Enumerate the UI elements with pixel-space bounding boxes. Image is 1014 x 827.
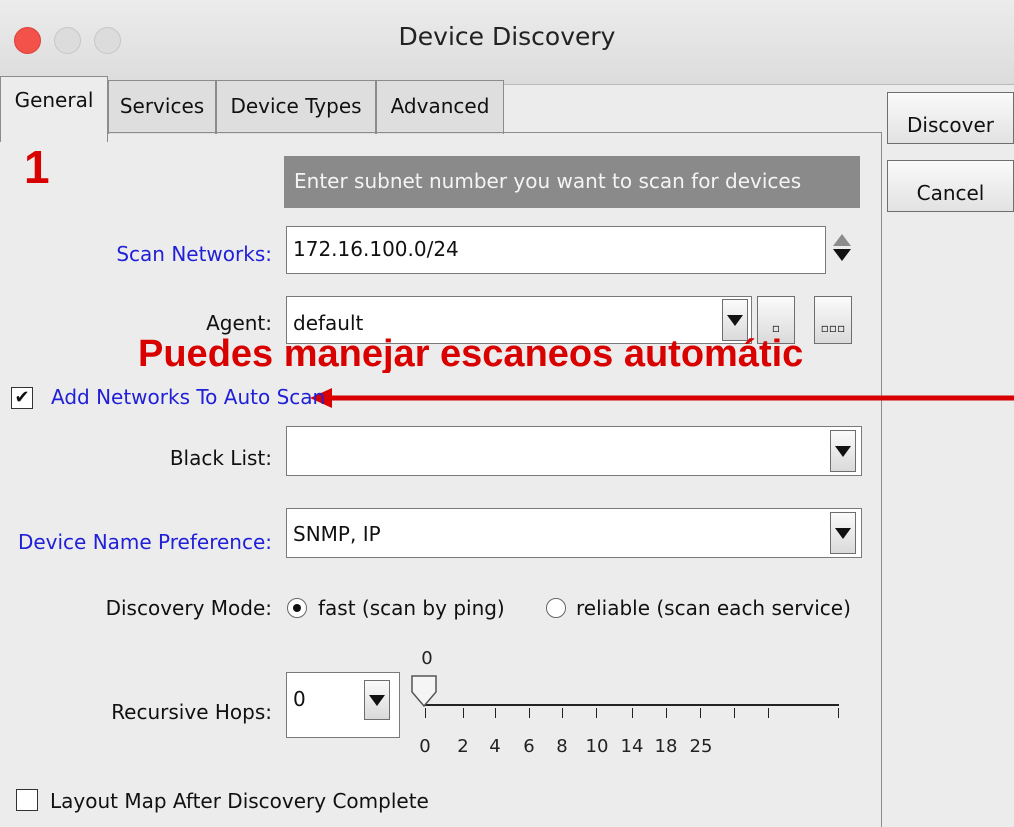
discover-button[interactable]: Discover	[887, 92, 1014, 144]
layout-map-label: Layout Map After Discovery Complete	[50, 789, 429, 813]
slider-tick	[562, 708, 563, 718]
discovery-mode-reliable-label: reliable (scan each service)	[576, 596, 851, 620]
slider-track[interactable]	[425, 704, 839, 706]
cancel-button[interactable]: Cancel	[887, 160, 1014, 212]
add-networks-label: Add Networks To Auto Scan	[51, 385, 326, 409]
black-list-label: Black List:	[169, 446, 272, 470]
device-name-preference-label: Device Name Preference:	[17, 530, 272, 554]
slider-tick	[838, 708, 839, 718]
scan-networks-input[interactable]: 172.16.100.0/24	[286, 226, 826, 274]
slider-tick-label: 25	[689, 736, 713, 757]
slider-tick	[495, 708, 496, 718]
step-number-annotation: 1	[24, 141, 50, 193]
slider-tick	[700, 708, 701, 718]
window-title: Device Discovery	[398, 22, 616, 51]
annotation-arrow-icon	[310, 388, 1014, 408]
slider-tick	[596, 708, 597, 718]
scan-networks-spinner[interactable]	[832, 232, 852, 268]
tab-services[interactable]: Services	[108, 80, 216, 134]
slider-tick-label: 8	[556, 736, 568, 757]
recursive-hops-dropdown-arrow-icon[interactable]	[364, 680, 390, 720]
slider-tick	[768, 708, 769, 718]
annotation-text: Puedes manejar escaneos automátic	[138, 335, 804, 373]
device-name-preference-dropdown-arrow-icon[interactable]	[830, 512, 856, 554]
tab-general[interactable]: General	[0, 76, 108, 142]
slider-tick	[425, 708, 426, 718]
device-name-preference-select[interactable]: SNMP, IP	[286, 508, 862, 558]
slider-tick-label: 10	[585, 736, 609, 757]
slider-tick	[463, 708, 464, 718]
discovery-mode-label: Discovery Mode:	[105, 596, 272, 620]
slider-tick	[632, 708, 633, 718]
agent-label: Agent:	[206, 311, 272, 335]
slider-tick	[666, 708, 667, 718]
slider-tick	[529, 708, 530, 718]
slider-thumb-icon[interactable]	[410, 674, 438, 708]
spinner-down-icon	[833, 249, 851, 261]
black-list-select[interactable]	[286, 426, 862, 476]
tab-device-types[interactable]: Device Types	[216, 80, 376, 134]
slider-tick-label: 18	[654, 736, 678, 757]
slider-tick	[734, 708, 735, 718]
slider-tick-label: 0	[419, 736, 431, 757]
recursive-hops-label: Recursive Hops:	[111, 700, 272, 724]
discovery-mode-fast-label: fast (scan by ping)	[318, 596, 505, 620]
add-networks-checkbox[interactable]: ✔	[11, 387, 33, 409]
slider-current-value: 0	[421, 648, 433, 669]
discovery-mode-reliable-radio[interactable]	[546, 598, 566, 618]
discovery-mode-fast-radio[interactable]	[287, 598, 307, 618]
spinner-up-icon	[833, 234, 851, 246]
subnet-hint: Enter subnet number you want to scan for…	[284, 156, 860, 208]
title-bar: Device Discovery	[0, 0, 1014, 85]
tab-advanced[interactable]: Advanced	[376, 80, 504, 134]
scan-networks-label: Scan Networks:	[116, 242, 272, 266]
layout-map-checkbox[interactable]	[16, 789, 38, 811]
black-list-dropdown-arrow-icon[interactable]	[830, 430, 856, 472]
